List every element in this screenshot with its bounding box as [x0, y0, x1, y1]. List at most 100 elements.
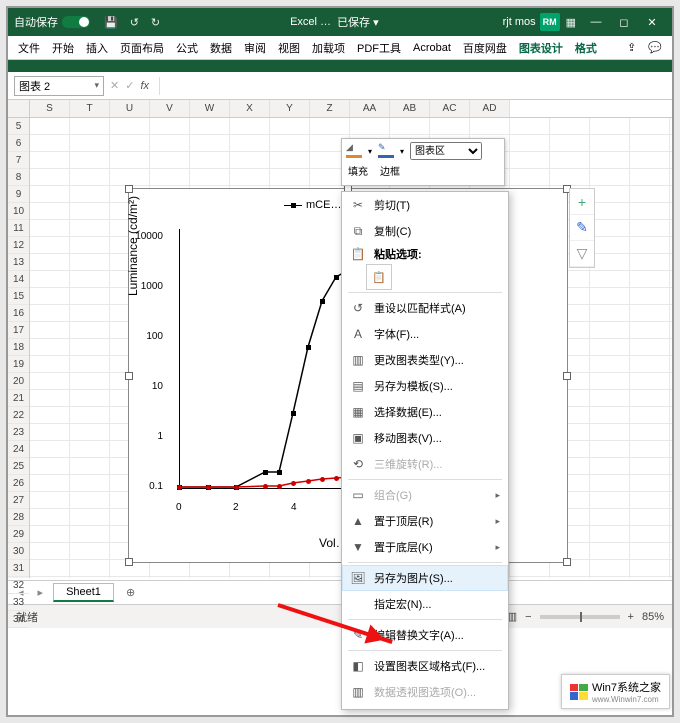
menu-format-chart-area[interactable]: ◧设置图表区域格式(F)... — [342, 653, 508, 679]
tab-acrobat[interactable]: Acrobat — [407, 38, 457, 58]
tab-formulas[interactable]: 公式 — [170, 36, 204, 60]
row-header[interactable]: 30 — [8, 543, 29, 560]
tab-pdf[interactable]: PDF工具 — [351, 36, 407, 60]
new-sheet-button[interactable]: ⊕ — [120, 586, 141, 599]
menu-save-as-picture[interactable]: 🖼另存为图片(S)... — [342, 565, 508, 591]
row-header[interactable]: 6 — [8, 135, 29, 152]
menu-move-chart[interactable]: ▣移动图表(V)... — [342, 425, 508, 451]
row-header[interactable]: 18 — [8, 339, 29, 356]
save-icon[interactable]: 💾 — [102, 14, 120, 31]
chart-filters-button[interactable]: ▽ — [570, 241, 594, 267]
comments-icon[interactable]: 💬 — [642, 37, 668, 58]
row-header[interactable]: 11 — [8, 220, 29, 237]
row-header[interactable]: 26 — [8, 475, 29, 492]
chart-area-select[interactable]: 图表区 — [410, 142, 482, 160]
menu-send-back[interactable]: ▼置于底层(K)▸ — [342, 534, 508, 560]
menu-copy[interactable]: ⧉复制(C) — [342, 218, 508, 244]
col-header[interactable]: AA — [350, 100, 390, 117]
col-header[interactable]: V — [150, 100, 190, 117]
col-header[interactable]: U — [110, 100, 150, 117]
row-header[interactable]: 19 — [8, 356, 29, 373]
account-area[interactable]: rjt mos RM — [503, 13, 560, 31]
row-header[interactable]: 32 — [8, 577, 29, 594]
autosave-toggle[interactable] — [62, 16, 90, 28]
row-header[interactable]: 9 — [8, 186, 29, 203]
select-all-corner[interactable] — [8, 100, 30, 117]
tab-layout[interactable]: 页面布局 — [114, 36, 170, 60]
row-header[interactable]: 15 — [8, 288, 29, 305]
menu-select-data[interactable]: ▦选择数据(E)... — [342, 399, 508, 425]
resize-handle[interactable] — [563, 372, 571, 380]
row-header[interactable]: 17 — [8, 322, 29, 339]
col-header[interactable]: Z — [310, 100, 350, 117]
formula-input[interactable] — [159, 77, 666, 95]
zoom-in-button[interactable]: + — [628, 611, 634, 623]
row-header[interactable]: 23 — [8, 424, 29, 441]
tab-file[interactable]: 文件 — [12, 36, 46, 60]
ribbon-mode-icon[interactable]: ▦ — [564, 14, 578, 31]
menu-assign-macro[interactable]: 指定宏(N)... — [342, 591, 508, 617]
chart-legend[interactable]: mCE… — [284, 199, 341, 211]
row-header[interactable]: 24 — [8, 441, 29, 458]
saved-status[interactable]: 已保存 ▾ — [337, 14, 379, 30]
col-header[interactable]: AB — [390, 100, 430, 117]
chart-elements-button[interactable]: + — [570, 189, 594, 215]
row-header[interactable]: 22 — [8, 407, 29, 424]
sheet-tab-active[interactable]: Sheet1 — [53, 583, 114, 602]
row-header[interactable]: 20 — [8, 373, 29, 390]
row-header[interactable]: 25 — [8, 458, 29, 475]
name-box[interactable]: 图表 2 — [14, 76, 104, 96]
chart-styles-button[interactable]: ✎ — [570, 215, 594, 241]
row-header[interactable]: 7 — [8, 152, 29, 169]
row-header[interactable]: 27 — [8, 492, 29, 509]
cancel-icon[interactable]: ✕ — [110, 79, 119, 92]
paste-option-button[interactable]: 📋 — [366, 264, 392, 290]
col-header[interactable]: AC — [430, 100, 470, 117]
fx-icon[interactable]: fx — [140, 80, 149, 92]
resize-handle[interactable] — [125, 372, 133, 380]
zoom-slider[interactable] — [540, 615, 620, 619]
col-header[interactable]: AD — [470, 100, 510, 117]
row-header[interactable]: 16 — [8, 305, 29, 322]
close-button[interactable]: ✕ — [638, 16, 666, 29]
zoom-percent[interactable]: 85% — [642, 611, 664, 623]
col-header[interactable]: X — [230, 100, 270, 117]
tab-baidu[interactable]: 百度网盘 — [457, 36, 513, 60]
share-icon[interactable]: ⇪ — [621, 37, 642, 58]
fill-color-icon[interactable] — [346, 144, 362, 158]
redo-icon[interactable]: ↻ — [149, 14, 162, 31]
menu-font[interactable]: A字体(F)... — [342, 321, 508, 347]
row-header[interactable]: 31 — [8, 560, 29, 577]
menu-bring-front[interactable]: ▲置于顶层(R)▸ — [342, 508, 508, 534]
row-header[interactable]: 34 — [8, 611, 29, 628]
resize-handle[interactable] — [125, 558, 133, 566]
row-header[interactable]: 29 — [8, 526, 29, 543]
undo-icon[interactable]: ↺ — [128, 14, 141, 31]
confirm-icon[interactable]: ✓ — [125, 79, 134, 92]
menu-save-template[interactable]: ▤另存为模板(S)... — [342, 373, 508, 399]
menu-cut[interactable]: ✂剪切(T) — [342, 192, 508, 218]
menu-change-chart-type[interactable]: ▥更改图表类型(Y)... — [342, 347, 508, 373]
row-header[interactable]: 33 — [8, 594, 29, 611]
row-header[interactable]: 12 — [8, 237, 29, 254]
tab-insert[interactable]: 插入 — [80, 36, 114, 60]
col-header[interactable]: Y — [270, 100, 310, 117]
dropdown-icon[interactable]: ▾ — [400, 147, 404, 156]
row-header[interactable]: 14 — [8, 271, 29, 288]
dropdown-icon[interactable]: ▾ — [368, 147, 372, 156]
col-header[interactable]: T — [70, 100, 110, 117]
minimize-button[interactable]: — — [582, 16, 610, 28]
zoom-out-button[interactable]: − — [525, 611, 531, 623]
tab-addins[interactable]: 加载项 — [306, 36, 351, 60]
menu-reset-style[interactable]: ↺重设以匹配样式(A) — [342, 295, 508, 321]
tab-data[interactable]: 数据 — [204, 36, 238, 60]
tab-chart-design[interactable]: 图表设计 — [513, 36, 569, 60]
col-header[interactable]: W — [190, 100, 230, 117]
row-header[interactable]: 21 — [8, 390, 29, 407]
resize-handle[interactable] — [563, 558, 571, 566]
tab-review[interactable]: 审阅 — [238, 36, 272, 60]
tab-format[interactable]: 格式 — [569, 36, 603, 60]
sheet-nav-next[interactable]: ▸ — [34, 586, 48, 599]
row-header[interactable]: 28 — [8, 509, 29, 526]
row-header[interactable]: 13 — [8, 254, 29, 271]
